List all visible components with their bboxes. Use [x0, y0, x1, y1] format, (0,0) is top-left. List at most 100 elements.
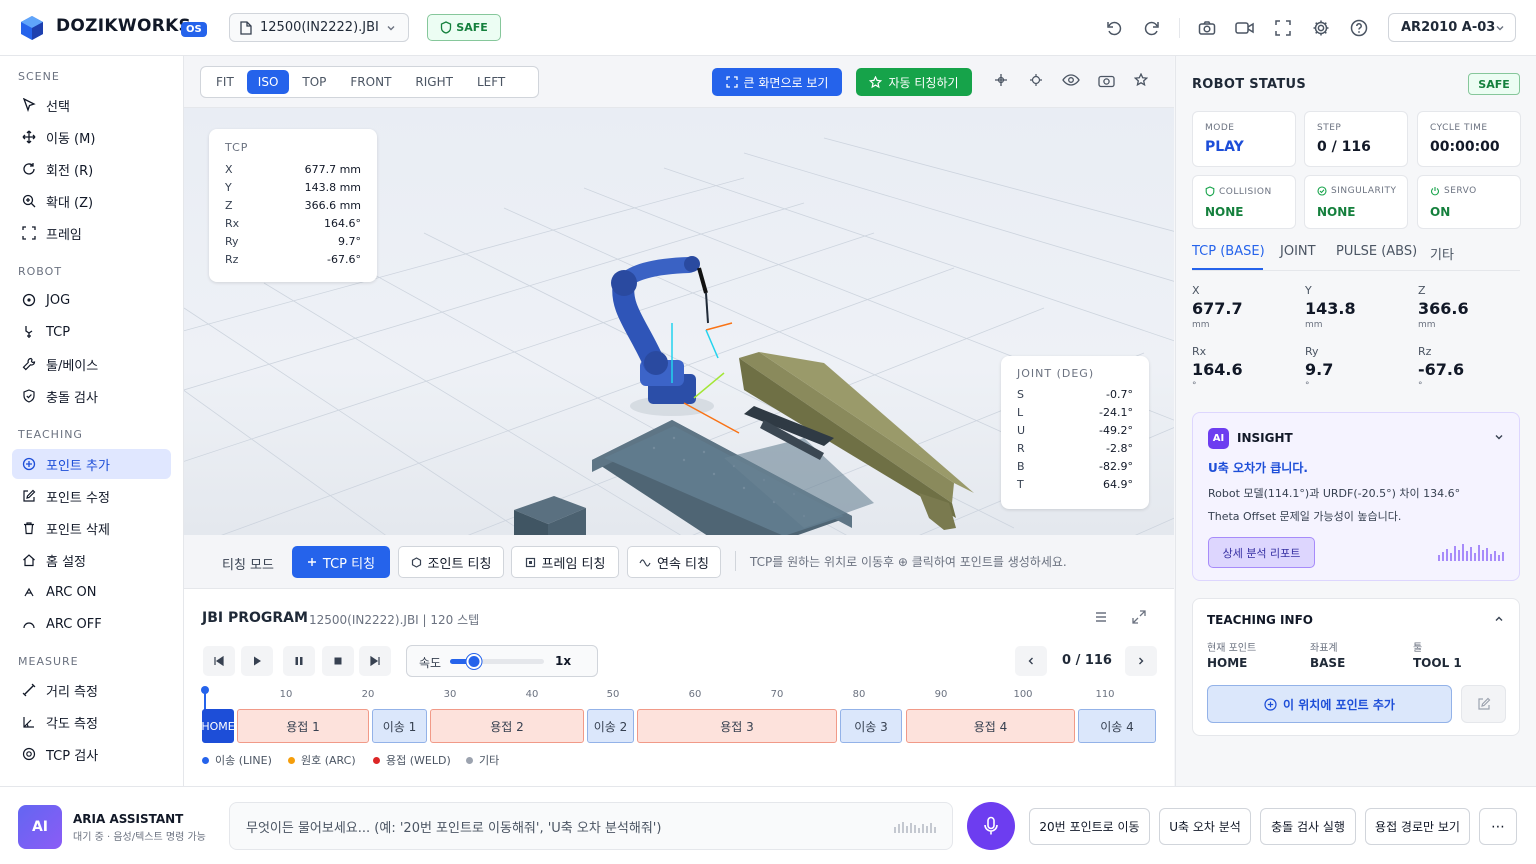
segment-move-2[interactable]: 이송 2	[587, 709, 634, 743]
tcp-row-key: Ry	[225, 234, 239, 248]
speed-slider-thumb[interactable]	[466, 654, 481, 669]
skip-forward-button[interactable]	[359, 646, 391, 676]
camera-icon[interactable]	[1196, 17, 1218, 39]
eye-icon[interactable]	[1062, 73, 1080, 87]
tcp-teach-button[interactable]: TCP 티칭	[292, 546, 390, 578]
quick-action-weld-path[interactable]: 용접 경로만 보기	[1365, 808, 1470, 845]
pause-button[interactable]	[283, 646, 315, 676]
frame-teach-button[interactable]: 프레임 티칭	[511, 546, 619, 578]
segment-move-1[interactable]: 이송 1	[372, 709, 427, 743]
locate-icon[interactable]	[1029, 73, 1043, 87]
tab-iso[interactable]: ISO	[246, 70, 290, 94]
help-icon[interactable]	[1348, 17, 1370, 39]
microphone-button[interactable]	[967, 802, 1015, 850]
tab-other[interactable]: 기타	[1430, 244, 1454, 263]
play-button[interactable]	[241, 646, 273, 676]
gear-icon[interactable]	[1310, 17, 1332, 39]
sidebar-item-select[interactable]: 선택	[12, 90, 171, 120]
chevron-up-icon[interactable]	[1493, 613, 1505, 625]
redo-icon[interactable]	[1141, 17, 1163, 39]
fullscreen-button[interactable]: 큰 화면으로 보기	[712, 68, 842, 96]
file-selector[interactable]: 12500(IN2222).JBI	[229, 13, 409, 42]
undo-icon[interactable]	[1103, 17, 1125, 39]
tab-tcp-base[interactable]: TCP (BASE)	[1192, 244, 1265, 259]
joint-row: R -2.8°	[1017, 439, 1133, 457]
prev-step-button[interactable]	[1015, 646, 1047, 676]
sidebar-item-home-set[interactable]: 홈 설정	[12, 545, 171, 575]
timeline-tick: 30	[443, 689, 457, 700]
3d-viewport[interactable]: TCP X 677.7 mm Y 143.8 mm Z 366.6 mm Rx 164.…	[184, 108, 1174, 535]
quick-action-u-axis[interactable]: U축 오차 분석	[1159, 808, 1251, 845]
collision-card: COLLISION NONE	[1192, 175, 1296, 229]
favorite-icon[interactable]	[1134, 73, 1148, 87]
assistant-input[interactable]: 무엇이든 물어보세요... (예: '20번 포인트로 이동해줘', 'U축 오…	[229, 802, 953, 850]
tab-top[interactable]: TOP	[291, 70, 337, 94]
coord-value: 9.7	[1305, 360, 1334, 379]
speed-slider-track[interactable]	[450, 654, 544, 669]
fullscreen-icon[interactable]	[1272, 17, 1294, 39]
sidebar-item-collision[interactable]: 충돌 검사	[12, 381, 171, 411]
teaching-info-card: TEACHING INFO 현재 포인트 HOME 좌표계 BASE 툴 TOO…	[1192, 598, 1520, 736]
next-step-button[interactable]	[1125, 646, 1157, 676]
sidebar-item-tool-base[interactable]: 툴/베이스	[12, 349, 171, 379]
sidebar-item-angle[interactable]: 각도 측정	[12, 707, 171, 737]
snapshot-icon[interactable]	[1098, 73, 1115, 88]
sidebar-item-label: 확대 (Z)	[46, 195, 94, 211]
check-circle-icon	[1317, 186, 1327, 196]
chevron-down-icon[interactable]	[1493, 431, 1505, 443]
servo-label-row: SERVO	[1430, 186, 1477, 196]
edit-point-button[interactable]	[1461, 685, 1506, 723]
tab-left[interactable]: LEFT	[466, 70, 516, 94]
auto-teach-button[interactable]: 자동 티칭하기	[856, 68, 972, 96]
tab-pulse[interactable]: PULSE (ABS)	[1336, 244, 1417, 259]
sidebar-item-rotate[interactable]: 회전 (R)	[12, 154, 171, 184]
shield-icon	[440, 21, 452, 34]
sidebar-item-add-point[interactable]: 포인트 추가	[12, 449, 171, 479]
add-point-here-label: 이 위치에 포인트 추가	[1283, 697, 1395, 712]
joint-teach-button[interactable]: 조인트 티칭	[398, 546, 504, 578]
tab-fit[interactable]: FIT	[205, 70, 245, 94]
ai-insight-card: AI INSIGHT U축 오차가 큽니다. Robot 모델(114.1°)과…	[1192, 412, 1520, 581]
legend-dot	[373, 756, 380, 764]
report-button[interactable]: 상세 분석 리포트	[1208, 537, 1315, 568]
sidebar-item-arc-on[interactable]: ARC ON	[12, 577, 171, 607]
sidebar-item-jog[interactable]: JOG	[12, 285, 171, 315]
segment-weld-2[interactable]: 용접 2	[430, 709, 584, 743]
tab-front[interactable]: FRONT	[339, 70, 402, 94]
list-icon[interactable]	[1094, 611, 1108, 623]
sidebar-item-tcp-check[interactable]: TCP 검사	[12, 739, 171, 769]
sidebar-item-edit-point[interactable]: 포인트 수정	[12, 481, 171, 511]
segment-weld-3[interactable]: 용접 3	[637, 709, 837, 743]
sidebar-item-move[interactable]: 이동 (M)	[12, 122, 171, 152]
stop-button[interactable]	[322, 646, 354, 676]
timeline-tick: 110	[1095, 689, 1115, 700]
segment-home[interactable]: HOME	[201, 709, 235, 743]
plus-circle-icon	[1264, 697, 1277, 711]
skip-back-button[interactable]	[203, 646, 235, 676]
quick-action-collision[interactable]: 충돌 검사 실행	[1260, 808, 1356, 845]
joint-row: T 64.9°	[1017, 475, 1133, 493]
axes-icon[interactable]	[994, 73, 1008, 87]
sidebar-item-delete-point[interactable]: 포인트 삭제	[12, 513, 171, 543]
quick-action-goto-20[interactable]: 20번 포인트로 이동	[1029, 808, 1150, 845]
video-icon[interactable]	[1234, 17, 1256, 39]
sidebar-item-zoom[interactable]: 확대 (Z)	[12, 186, 171, 216]
sidebar-item-distance[interactable]: 거리 측정	[12, 675, 171, 705]
sidebar-item-frame[interactable]: 프레임	[12, 218, 171, 248]
tab-right[interactable]: RIGHT	[404, 70, 464, 94]
tab-joint[interactable]: JOINT	[1280, 244, 1316, 259]
sidebar-item-tcp[interactable]: TCP	[12, 317, 171, 347]
expand-panel-icon[interactable]	[1132, 610, 1146, 624]
coord-value: 143.8	[1305, 299, 1356, 318]
timeline-tick: 80	[852, 689, 866, 700]
segment-move-3[interactable]: 이송 3	[840, 709, 902, 743]
sidebar-item-arc-off[interactable]: ARC OFF	[12, 609, 171, 639]
add-point-here-button[interactable]: 이 위치에 포인트 추가	[1207, 685, 1452, 723]
more-actions-button[interactable]: ⋯	[1479, 808, 1517, 845]
robot-selector[interactable]: AR2010 A-03	[1388, 13, 1516, 42]
continuous-teach-button[interactable]: 연속 티칭	[627, 546, 721, 578]
segment-weld-1[interactable]: 용접 1	[237, 709, 369, 743]
segment-weld-4[interactable]: 용접 4	[906, 709, 1075, 743]
servo-value: ON	[1430, 205, 1451, 219]
segment-move-4[interactable]: 이송 4	[1078, 709, 1156, 743]
